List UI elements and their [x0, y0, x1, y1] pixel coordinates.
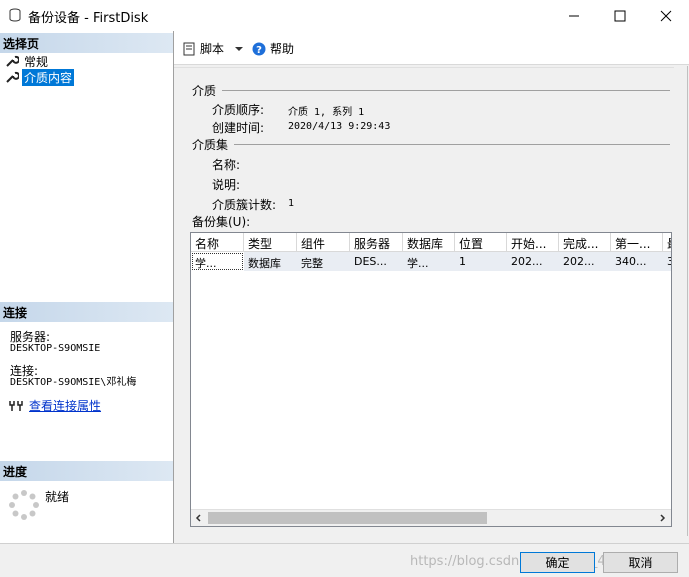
backup-sets-grid[interactable]: 名称 类型 组件 服务器 数据库 位置 开始... 完成... 第一... 最 …: [190, 232, 672, 527]
table-cell[interactable]: 340...: [611, 252, 663, 271]
media-contents-panel: 介质 介质顺序: 介质 1, 系列 1 创建时间: 2020/4/13 9:29…: [174, 67, 674, 543]
table-cell[interactable]: DES...: [350, 252, 403, 271]
database-icon: [9, 8, 21, 22]
script-label: 脚本: [200, 42, 225, 56]
progress-header: 进度: [0, 461, 173, 481]
column-header[interactable]: 最: [663, 233, 671, 252]
right-pane: 脚本 ? 帮助 介质 介质顺序: 介质 1, 系列 1 创建时间: 2020/4…: [174, 31, 689, 543]
connection-label: 连接:: [10, 364, 39, 378]
chevron-left-icon: [195, 514, 201, 522]
nav-item-label: 常规: [24, 54, 49, 69]
ok-button[interactable]: 确定: [520, 552, 595, 573]
view-connection-link[interactable]: 查看连接属性: [29, 397, 101, 414]
column-header[interactable]: 第一...: [611, 233, 663, 252]
column-header[interactable]: 位置: [455, 233, 507, 252]
column-header[interactable]: 类型: [244, 233, 297, 252]
table-cell[interactable]: 202...: [507, 252, 559, 271]
table-cell[interactable]: 数据库: [244, 252, 297, 271]
server-label: 服务器:: [10, 330, 51, 344]
grid-header: 名称 类型 组件 服务器 数据库 位置 开始... 完成... 第一... 最: [191, 233, 671, 252]
progress-spinner-icon: [9, 490, 39, 520]
table-cell[interactable]: 202...: [559, 252, 611, 271]
media-divider: [222, 90, 670, 91]
script-button[interactable]: 脚本: [182, 40, 244, 57]
select-page-header: 选择页: [0, 33, 173, 53]
scroll-thumb[interactable]: [208, 512, 487, 524]
column-header[interactable]: 开始...: [507, 233, 559, 252]
toolbar: 脚本 ? 帮助: [174, 31, 689, 65]
media-family-count-label: 介质簇计数:: [212, 198, 277, 212]
maximize-icon: [614, 10, 626, 21]
column-header[interactable]: 名称: [191, 233, 244, 252]
media-set-group-title: 介质集: [192, 138, 229, 152]
help-icon: ?: [252, 42, 266, 56]
table-cell[interactable]: 3: [663, 252, 671, 271]
media-family-count-value: 1: [288, 198, 295, 209]
connection-value: DESKTOP-S9OMSIE\邓礼梅: [10, 377, 137, 388]
connection-info: 连接: DESKTOP-S9OMSIE\邓礼梅: [10, 365, 136, 389]
created-value: 2020/4/13 9:29:43: [288, 121, 391, 132]
close-button[interactable]: [643, 0, 689, 31]
table-cell[interactable]: 完整: [297, 252, 350, 271]
wrench-icon: [6, 55, 19, 67]
media-set-name-label: 名称:: [212, 158, 241, 172]
wrench-icon: [6, 71, 19, 83]
chevron-down-icon: [235, 46, 244, 51]
scroll-right-button[interactable]: [656, 512, 668, 524]
connection-header: 连接: [0, 302, 173, 322]
media-sequence-label: 介质顺序:: [212, 103, 265, 117]
maximize-button[interactable]: [597, 0, 643, 31]
scroll-left-button[interactable]: [193, 512, 205, 524]
table-cell[interactable]: 1: [455, 252, 507, 271]
connection-plug-icon: [9, 400, 23, 411]
media-set-divider: [234, 144, 670, 145]
cancel-button[interactable]: 取消: [603, 552, 678, 573]
backup-sets-label: 备份集(U):: [192, 215, 251, 229]
media-group-title: 介质: [192, 84, 217, 98]
status-text: 就绪: [45, 490, 70, 504]
left-pane: 选择页 常规 介质内容 连接 服务器: DESKTOP-S9OMSIE 连接: …: [0, 31, 174, 543]
help-button[interactable]: ? 帮助: [252, 40, 294, 57]
column-header[interactable]: 服务器: [350, 233, 403, 252]
created-label: 创建时间:: [212, 121, 265, 135]
column-header[interactable]: 数据库: [403, 233, 455, 252]
minimize-button[interactable]: [551, 0, 597, 31]
title-bar: 备份设备 - FirstDisk: [0, 0, 689, 31]
table-row[interactable]: 学... 数据库 完整 DES... 学... 1 202... 202... …: [191, 252, 671, 271]
nav-item-general[interactable]: 常规: [5, 53, 50, 69]
svg-text:?: ?: [256, 45, 262, 56]
minimize-icon: [569, 15, 579, 16]
view-connection-properties[interactable]: 查看连接属性: [8, 397, 101, 414]
table-cell[interactable]: 学...: [191, 252, 244, 271]
media-sequence-value: 介质 1, 系列 1: [288, 107, 365, 118]
nav-item-label: 介质内容: [22, 68, 75, 86]
table-cell[interactable]: 学...: [403, 252, 455, 271]
bottom-bar: https://blog.csdn.net/weixin_43611513 确定…: [0, 543, 689, 577]
close-icon: [660, 10, 672, 21]
media-set-description-label: 说明:: [212, 178, 241, 192]
horizontal-scrollbar[interactable]: [191, 509, 671, 526]
help-label: 帮助: [270, 42, 295, 56]
window-title: 备份设备 - FirstDisk: [28, 11, 149, 26]
nav-item-media-contents[interactable]: 介质内容: [5, 68, 75, 86]
server-value: DESKTOP-S9OMSIE: [10, 343, 101, 354]
server-info: 服务器: DESKTOP-S9OMSIE: [10, 331, 100, 355]
chevron-right-icon: [660, 514, 666, 522]
column-header[interactable]: 完成...: [559, 233, 611, 252]
script-icon: [183, 42, 195, 55]
column-header[interactable]: 组件: [297, 233, 350, 252]
